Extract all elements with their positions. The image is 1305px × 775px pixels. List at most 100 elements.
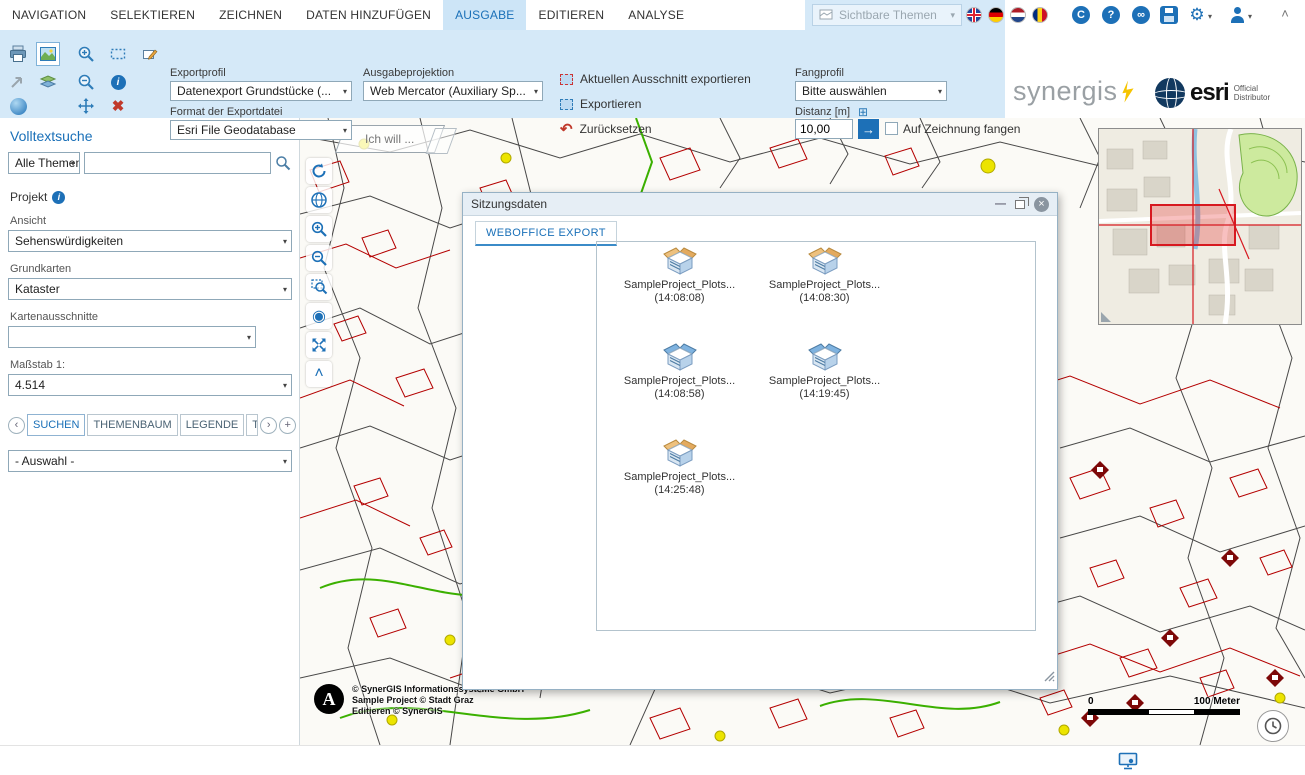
chevron-down-icon: ▾: [343, 126, 347, 135]
dialog-title: Sitzungsdaten: [471, 197, 547, 211]
tabs-scroll-right-button[interactable]: ›: [260, 417, 277, 434]
layers-tool-button[interactable]: [36, 70, 60, 94]
overview-map-graphics: [1099, 129, 1301, 324]
file-time: (14:08:08): [607, 292, 752, 305]
share-tool-button[interactable]: [6, 70, 30, 94]
export-current-extent-action[interactable]: Aktuellen Ausschnitt exportieren: [560, 72, 751, 86]
select-extent-tool-button[interactable]: [106, 42, 130, 66]
export-label: Exportieren: [580, 97, 641, 111]
map-zoom-in-button[interactable]: [306, 216, 332, 242]
export-file-item[interactable]: SampleProject_Plots... (14:19:45): [752, 342, 897, 438]
zoom-to-rectangle-button[interactable]: [306, 274, 332, 300]
export-profile-select[interactable]: Datenexport Grundstücke (... ▾: [170, 81, 352, 101]
export-file-item[interactable]: SampleProject_Plots... (14:08:30): [752, 246, 897, 342]
export-file-item[interactable]: SampleProject_Plots... (14:08:08): [607, 246, 752, 342]
snap-profile-select[interactable]: Bitte auswählen ▾: [795, 81, 947, 101]
export-action[interactable]: Exportieren: [560, 97, 641, 111]
restore-button[interactable]: [1015, 200, 1025, 209]
selection-select[interactable]: - Auswahl - ▾: [8, 450, 292, 472]
zoom-in-tool-button[interactable]: [74, 42, 98, 66]
apply-distance-button[interactable]: →: [858, 119, 879, 139]
remote-session-monitor-icon[interactable]: [1118, 752, 1138, 775]
language-flag-ro-icon[interactable]: [1032, 7, 1048, 23]
language-flag-nl-icon[interactable]: [1010, 7, 1026, 23]
project-info-icon[interactable]: i: [52, 191, 65, 204]
zoom-out-tool-button[interactable]: [74, 70, 98, 94]
print-tool-button[interactable]: [6, 42, 30, 66]
tab-suchen[interactable]: SUCHEN: [27, 414, 85, 436]
grid-table-icon[interactable]: ⊞: [858, 105, 868, 119]
basemap-select[interactable]: Kataster ▾: [8, 278, 292, 300]
center-map-button[interactable]: ◉: [306, 303, 332, 329]
copyright-info-icon[interactable]: C: [1072, 6, 1090, 24]
magnifier-plus-icon: [76, 44, 96, 64]
share-link-icon[interactable]: ∞: [1132, 6, 1150, 24]
menu-item-analyse[interactable]: ANALYSE: [616, 0, 696, 30]
overview-map[interactable]: [1098, 128, 1302, 325]
geodatabase-file-icon: [752, 342, 897, 372]
export-file-item[interactable]: SampleProject_Plots... (14:08:58): [607, 342, 752, 438]
globe-3d-tool-button[interactable]: [6, 94, 30, 118]
projection-select[interactable]: Web Mercator (Auxiliary Sp... ▾: [363, 81, 543, 101]
magnifier-minus-icon: [76, 72, 96, 92]
help-icon[interactable]: ?: [1102, 6, 1120, 24]
snap-to-drawing-checkbox[interactable]: [885, 122, 898, 135]
projection-value: Web Mercator (Auxiliary Sp...: [370, 84, 526, 98]
collapse-tools-button[interactable]: ˄: [306, 361, 332, 387]
geodatabase-file-icon: [607, 342, 752, 372]
minimize-button[interactable]: —: [995, 198, 1006, 210]
themes-filter-select[interactable]: Alle Themen ▾: [8, 152, 80, 174]
close-button[interactable]: ×: [1034, 197, 1049, 212]
dialog-resize-handle[interactable]: [1044, 669, 1055, 687]
save-session-icon[interactable]: [1160, 6, 1178, 24]
map-zoom-out-button[interactable]: [306, 245, 332, 271]
menu-item-navigation[interactable]: NAVIGATION: [0, 0, 98, 30]
credit-line: Sample Project © Stadt Graz: [352, 695, 524, 706]
menu-item-editieren[interactable]: EDITIEREN: [526, 0, 616, 30]
export-map-image-tool-button[interactable]: [36, 42, 60, 66]
search-submit-button[interactable]: [275, 153, 291, 173]
collapse-toolbar-icon[interactable]: ˄: [1276, 6, 1294, 21]
export-format-select[interactable]: Esri File Geodatabase ▾: [170, 120, 352, 140]
distance-input[interactable]: [795, 119, 853, 139]
scale-select[interactable]: 4.514 ▾: [8, 374, 292, 396]
file-time: (14:08:58): [607, 388, 752, 401]
menu-item-selektieren[interactable]: SELEKTIEREN: [98, 0, 207, 30]
overview-resize-icon[interactable]: [1101, 312, 1111, 322]
geodatabase-file-icon: [752, 246, 897, 276]
add-tab-button[interactable]: +: [279, 417, 296, 434]
map-extents-select[interactable]: ▾: [8, 326, 256, 348]
left-panel: Volltextsuche Alle Themen ▾ Projekt i An…: [0, 118, 300, 745]
search-input[interactable]: [84, 152, 271, 174]
dialog-title-bar[interactable]: Sitzungsdaten — ×: [463, 193, 1057, 216]
refresh-icon: [310, 162, 328, 180]
visible-themes-button[interactable]: Sichtbare Themen ▾: [812, 4, 962, 26]
tab-themenbaum[interactable]: THEMENBAUM: [87, 414, 177, 436]
delete-tool-button[interactable]: ✖: [106, 94, 130, 118]
tab-legende[interactable]: LEGENDE: [180, 414, 245, 436]
tabs-scroll-left-button[interactable]: ‹: [8, 417, 25, 434]
language-flag-en-icon[interactable]: [966, 7, 982, 23]
reset-action[interactable]: ↶ Zurücksetzen: [560, 122, 652, 136]
language-flag-de-icon[interactable]: [988, 7, 1004, 23]
settings-caret-icon: ▾: [1208, 12, 1212, 21]
fullscreen-button[interactable]: [306, 332, 332, 358]
esri-logo: esri Official Distributor: [1155, 78, 1270, 108]
user-account-icon[interactable]: [1228, 6, 1246, 24]
full-extent-button[interactable]: [306, 187, 332, 213]
export-drawing-tool-button[interactable]: [138, 42, 162, 66]
identify-tool-button[interactable]: i: [106, 70, 130, 94]
pan-tool-button[interactable]: [74, 94, 98, 118]
menu-item-daten-hinzufuegen[interactable]: DATEN HINZUFÜGEN: [294, 0, 443, 30]
magnifier-rectangle-icon: [310, 278, 328, 296]
export-file-item[interactable]: SampleProject_Plots... (14:25:48): [607, 438, 752, 534]
history-clock-button[interactable]: [1257, 710, 1289, 742]
menu-item-zeichnen[interactable]: ZEICHNEN: [207, 0, 294, 30]
tab-themen-clipped[interactable]: THEM: [246, 414, 258, 436]
esri-official: Official: [1234, 84, 1270, 93]
export-format-value: Esri File Geodatabase: [177, 123, 296, 137]
refresh-map-button[interactable]: [306, 158, 332, 184]
menu-item-ausgabe[interactable]: AUSGABE: [443, 0, 526, 30]
settings-gear-icon[interactable]: ⚙: [1188, 6, 1206, 24]
view-select[interactable]: Sehenswürdigkeiten ▾: [8, 230, 292, 252]
